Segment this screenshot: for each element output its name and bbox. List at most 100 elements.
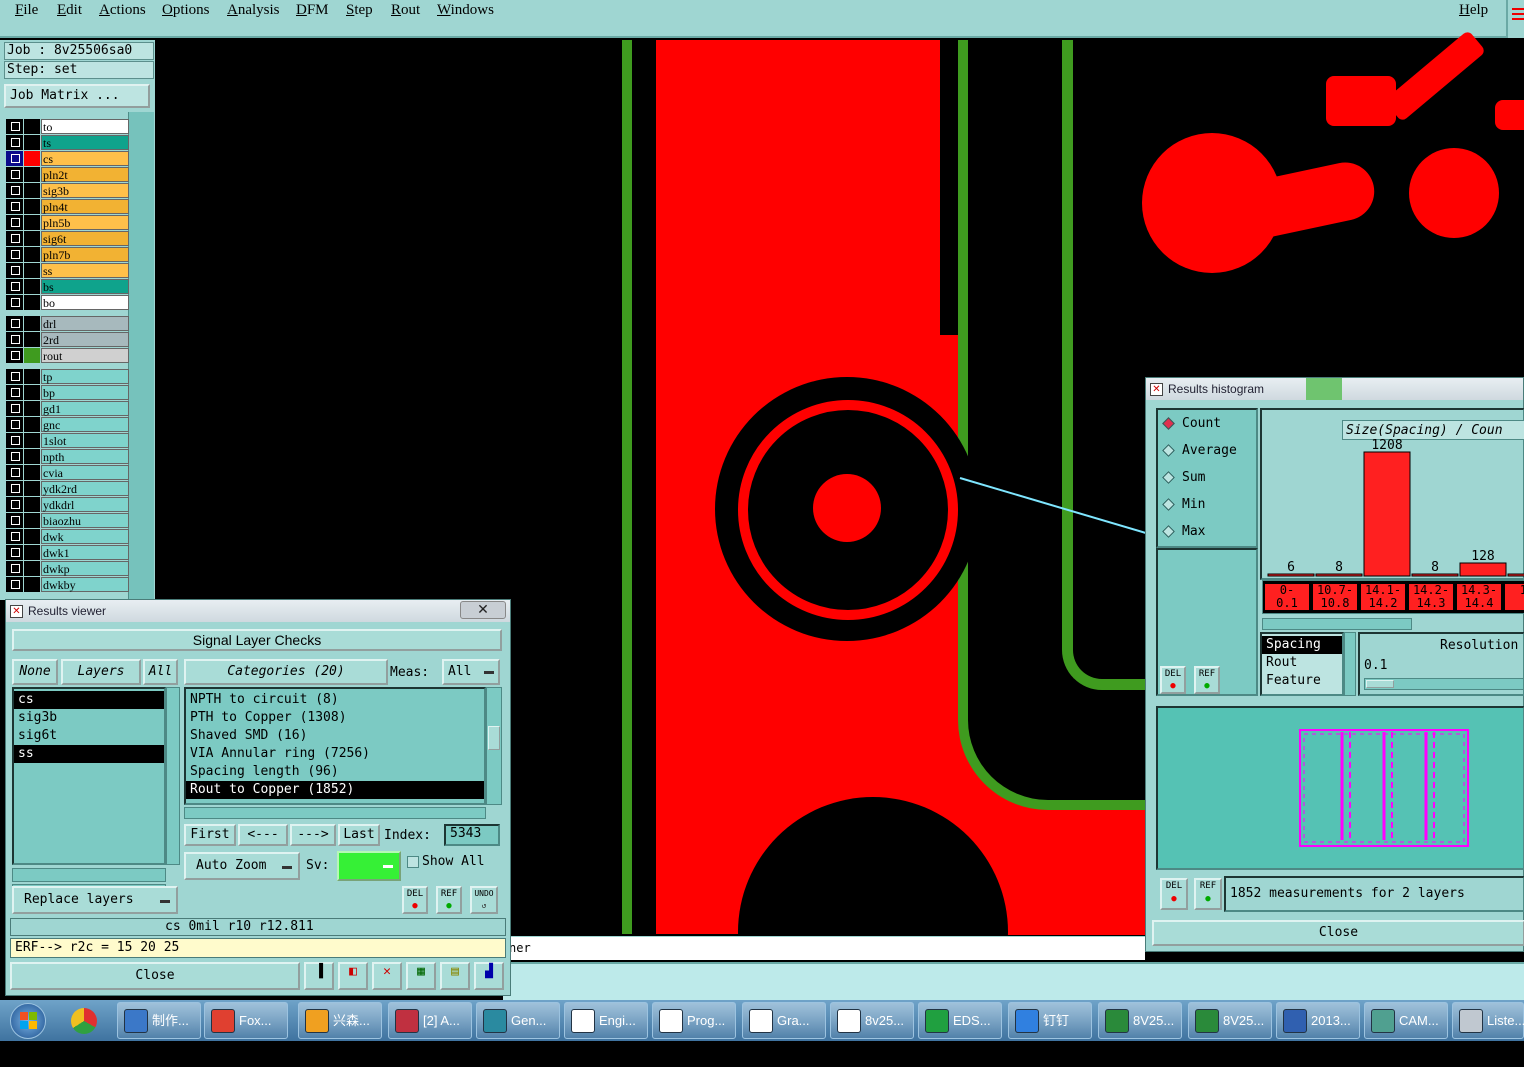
layer-color-swatch[interactable]	[24, 449, 40, 464]
layer-row-dwkby[interactable]: dwkby	[6, 577, 129, 592]
layer-row-biaozhu[interactable]: biaozhu	[6, 513, 129, 528]
layer-checkbox[interactable]	[6, 529, 23, 544]
layer-checkbox[interactable]	[6, 199, 23, 214]
layer-checkbox[interactable]	[6, 263, 23, 278]
layer-checkbox[interactable]	[6, 449, 23, 464]
layer-color-swatch[interactable]	[24, 119, 40, 134]
layer-name[interactable]: dwk1	[41, 545, 129, 560]
layer-checkbox[interactable]	[6, 348, 23, 363]
taskbar-button[interactable]: Prog...	[652, 1002, 736, 1039]
layer-row-sig6t[interactable]: sig6t	[6, 231, 129, 246]
layer-color-swatch[interactable]	[24, 497, 40, 512]
menu-analysis[interactable]: Analysis	[227, 2, 280, 19]
ref-button[interactable]: REF ●	[436, 886, 462, 914]
layer-checkbox[interactable]	[6, 465, 23, 480]
layer-row-ydkdrl[interactable]: ydkdrl	[6, 497, 129, 512]
layer-color-swatch[interactable]	[24, 529, 40, 544]
layer-row-2rd[interactable]: 2rd	[6, 332, 129, 347]
menu-edit[interactable]: Edit	[57, 2, 82, 19]
layer-name[interactable]: ydk2rd	[41, 481, 129, 496]
layer-row-pln2t[interactable]: pln2t	[6, 167, 129, 182]
layer-color-swatch[interactable]	[24, 279, 40, 294]
taskbar-button[interactable]: Liste...	[1452, 1002, 1524, 1039]
measure-type-list[interactable]: Spacing Rout Feature	[1260, 632, 1344, 696]
layer-name[interactable]: rout	[41, 348, 129, 363]
menu-actions[interactable]: Actions	[99, 2, 146, 19]
measure-type-item[interactable]: Feature	[1262, 672, 1342, 690]
taskbar-button[interactable]: 制作...	[117, 1002, 201, 1039]
option-sum[interactable]: Sum	[1162, 470, 1258, 488]
layer-result-item[interactable]: cs	[14, 691, 164, 709]
layer-checkbox[interactable]	[6, 545, 23, 560]
layer-name[interactable]: biaozhu	[41, 513, 129, 528]
layer-name[interactable]: pln4t	[41, 199, 129, 214]
option-min[interactable]: Min	[1162, 497, 1258, 515]
prev-button[interactable]: <---	[238, 824, 288, 846]
toolbar-icon-5[interactable]: ▤	[440, 962, 470, 990]
histogram-bar[interactable]	[1459, 562, 1507, 577]
taskbar-button[interactable]: 8V25...	[1188, 1002, 1272, 1039]
layer-name[interactable]: pln2t	[41, 167, 129, 182]
measure-type-item[interactable]: Spacing	[1262, 636, 1342, 654]
layer-name[interactable]: pln7b	[41, 247, 129, 262]
layer-name[interactable]: ts	[41, 135, 129, 150]
toolbar-icon-3[interactable]: ✕	[372, 962, 402, 990]
toolbar-icon-2[interactable]: ◧	[338, 962, 368, 990]
bin-range-cell[interactable]: 0- 0.1	[1264, 583, 1310, 611]
layer-name[interactable]: gnc	[41, 417, 129, 432]
layer-color-swatch[interactable]	[24, 401, 40, 416]
layer-color-swatch[interactable]	[24, 545, 40, 560]
layer-color-swatch[interactable]	[24, 167, 40, 182]
layer-color-swatch[interactable]	[24, 263, 40, 278]
layer-checkbox[interactable]	[6, 481, 23, 496]
menu-step[interactable]: Step	[346, 2, 373, 19]
layer-name[interactable]: ss	[41, 263, 129, 278]
layer-color-swatch[interactable]	[24, 231, 40, 246]
layer-color-swatch[interactable]	[24, 577, 40, 592]
option-average[interactable]: Average	[1162, 443, 1258, 461]
layer-checkbox[interactable]	[6, 577, 23, 592]
layer-name[interactable]: sig3b	[41, 183, 129, 198]
category-item[interactable]: NPTH to circuit (8)	[186, 691, 484, 709]
results-viewer-titlebar[interactable]: ✕ Results viewer	[6, 600, 510, 622]
layer-row-gnc[interactable]: gnc	[6, 417, 129, 432]
layer-result-item[interactable]: ss	[14, 745, 164, 763]
all-button[interactable]: All	[143, 659, 178, 685]
layer-color-swatch[interactable]	[24, 417, 40, 432]
chart-icon[interactable]: ▟	[474, 962, 504, 990]
layer-name[interactable]: to	[41, 119, 129, 134]
last-button[interactable]: Last	[338, 824, 380, 846]
layer-row-bo[interactable]: bo	[6, 295, 129, 310]
layer-checkbox[interactable]	[6, 513, 23, 528]
taskbar-button[interactable]: 兴森...	[298, 1002, 382, 1039]
category-item[interactable]: PTH to Copper (1308)	[186, 709, 484, 727]
layer-checkbox[interactable]	[6, 385, 23, 400]
option-count[interactable]: Count	[1162, 416, 1258, 434]
layer-name[interactable]: cs	[41, 151, 129, 166]
bin-range-cell[interactable]: 14.3- 14.4	[1456, 583, 1502, 611]
layer-list-hscroll[interactable]	[12, 868, 166, 882]
menu-windows[interactable]: Windows	[437, 2, 494, 19]
layer-color-swatch[interactable]	[24, 199, 40, 214]
del-button[interactable]: DEL ●	[402, 886, 428, 914]
layer-name[interactable]: sig6t	[41, 231, 129, 246]
category-item[interactable]: Shaved SMD (16)	[186, 727, 484, 745]
category-list[interactable]: NPTH to circuit (8) PTH to Copper (1308) S…	[184, 687, 486, 805]
taskbar-button[interactable]: Gen...	[476, 1002, 560, 1039]
layer-checkbox[interactable]	[6, 316, 23, 331]
layer-color-swatch[interactable]	[24, 513, 40, 528]
measure-type-item[interactable]: Rout	[1262, 654, 1342, 672]
layer-color-swatch[interactable]	[24, 183, 40, 198]
preview-ref-button[interactable]: REF ●	[1194, 878, 1222, 910]
taskbar-button[interactable]: Gra...	[742, 1002, 826, 1039]
layer-checkbox[interactable]	[6, 119, 23, 134]
histogram-bar[interactable]	[1507, 573, 1524, 577]
layer-name[interactable]: bs	[41, 279, 129, 294]
job-matrix-button[interactable]: Job Matrix ...	[4, 84, 150, 108]
layer-checkbox[interactable]	[6, 215, 23, 230]
layer-row-ts[interactable]: ts	[6, 135, 129, 150]
taskbar-button[interactable]: [2] A...	[388, 1002, 472, 1039]
toolbar-icon-4[interactable]: ▦	[406, 962, 436, 990]
menu-file[interactable]: File	[15, 2, 38, 19]
taskbar-button[interactable]: 2013...	[1276, 1002, 1360, 1039]
